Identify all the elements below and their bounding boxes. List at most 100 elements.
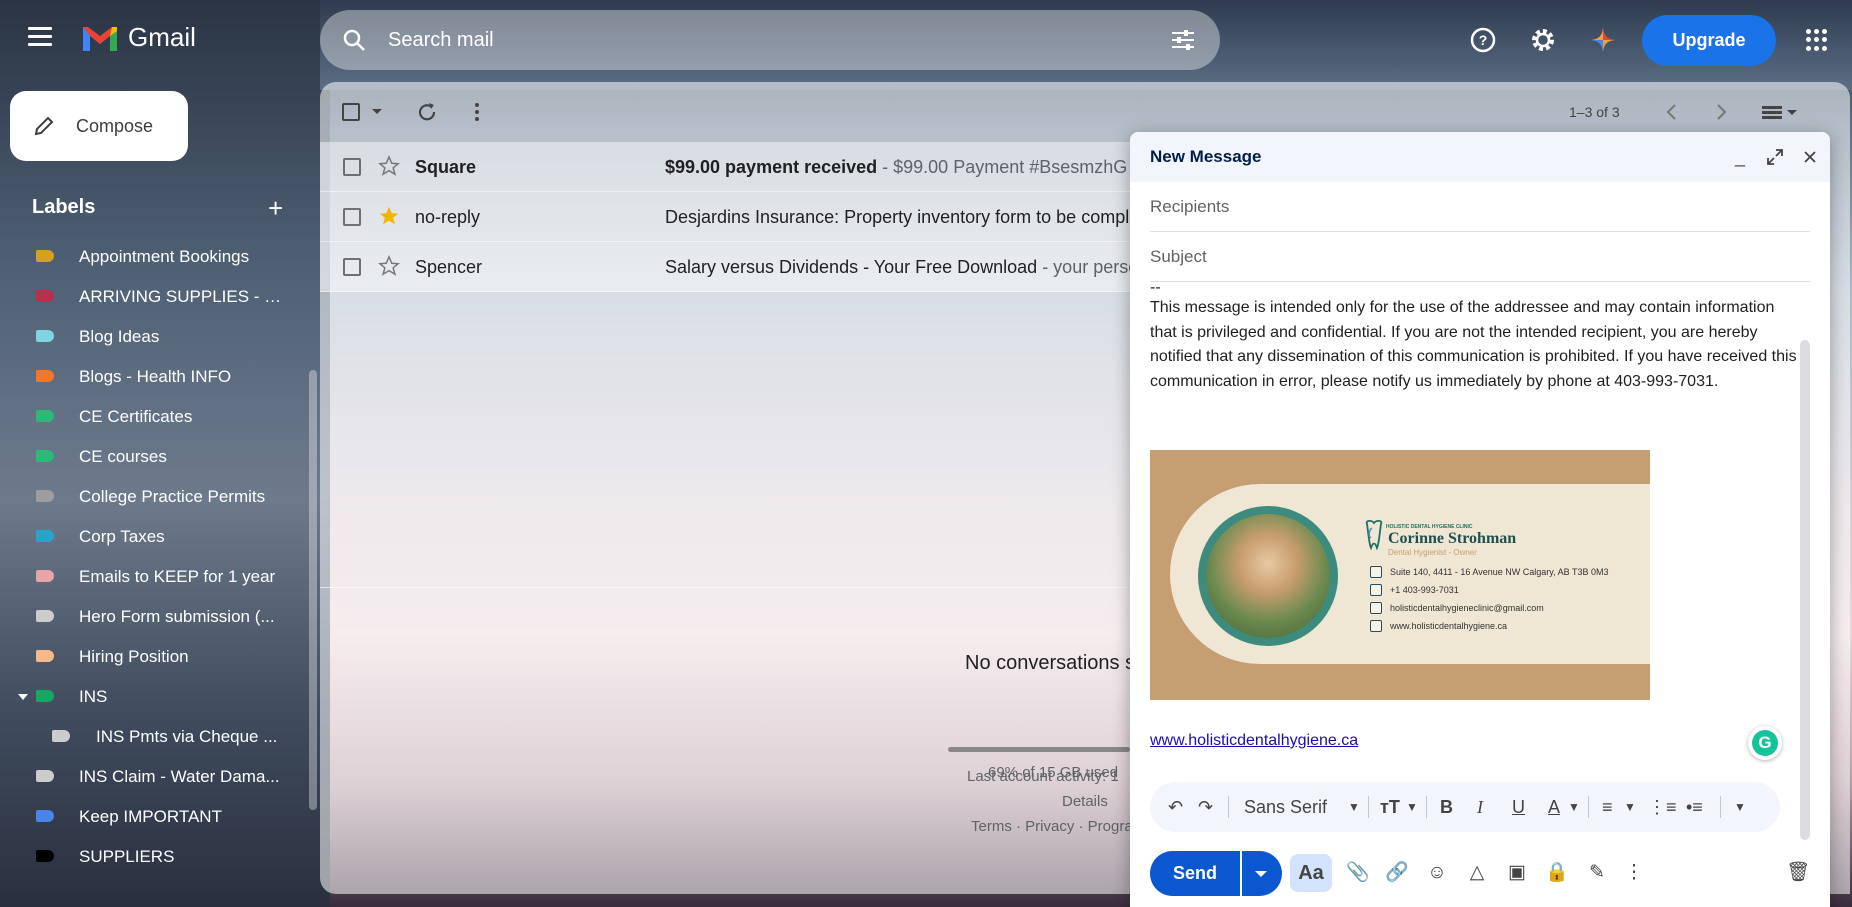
label-item[interactable]: SUPPLIERS [0,837,305,877]
newer-chevron-left-icon[interactable] [1660,100,1684,124]
undo-icon[interactable]: ↶ [1168,795,1183,819]
signature-address: Suite 140, 4411 - 16 Avenue NW Calgary, … [1370,566,1608,578]
label-item[interactable]: CE Certificates [0,397,305,437]
star-outline-icon[interactable] [378,255,400,277]
text-color-icon[interactable]: A [1548,795,1560,819]
color-dropdown-icon[interactable]: ▼ [1568,795,1580,819]
insert-link-icon[interactable]: 🔗 [1385,861,1409,885]
select-dropdown-icon[interactable] [372,109,382,114]
message-body[interactable]: -- This message is intended only for the… [1150,280,1800,394]
insert-photo-icon[interactable]: ▣ [1505,861,1529,885]
row-checkbox[interactable] [343,208,361,226]
search-options-icon[interactable] [1170,28,1196,52]
label-item[interactable]: College Practice Permits [0,477,305,517]
search-bar[interactable] [320,10,1220,70]
email-row[interactable]: Spencer Salary versus Dividends - Your F… [320,242,1135,292]
refresh-icon[interactable] [415,100,439,124]
recipients-input[interactable] [1150,182,1810,231]
location-icon [1370,566,1382,578]
label-item[interactable]: Emails to KEEP for 1 year [0,557,305,597]
details-link[interactable]: Details [1062,793,1108,810]
compose-button[interactable]: Compose [10,91,188,161]
font-family-select[interactable]: Sans Serif [1244,795,1327,819]
subject-input[interactable] [1150,232,1810,281]
subject-field[interactable] [1150,232,1810,282]
more-formatting-icon[interactable]: ▼ [1734,795,1746,819]
sidebar-scrollbar[interactable] [309,370,317,810]
label-name: Emails to KEEP for 1 year [79,567,276,586]
settings-gear-icon[interactable] [1529,26,1557,54]
drive-icon[interactable]: △ [1465,861,1489,885]
row-checkbox[interactable] [343,258,361,276]
align-dropdown-icon[interactable]: ▼ [1624,795,1636,819]
redo-icon[interactable]: ↷ [1198,795,1213,819]
signature-card-image: HOLISTIC DENTAL HYGIENE CLINIC Corinne S… [1150,450,1650,700]
search-icon[interactable] [342,28,366,52]
bulleted-list-icon[interactable]: •≡ [1686,795,1703,819]
compose-header[interactable]: New Message _ [1130,132,1830,182]
numbered-list-icon[interactable]: ⋮≡ [1648,795,1677,819]
label-tag-icon [36,810,54,822]
label-item[interactable]: Hiring Position [0,637,305,677]
emoji-icon[interactable]: ☺ [1425,861,1449,885]
confidential-mode-icon[interactable]: 🔒 [1545,861,1569,885]
label-item[interactable]: Corp Taxes [0,517,305,557]
main-menu-icon[interactable] [28,27,52,47]
email-row[interactable]: no-reply Desjardins Insurance: Property … [320,192,1135,242]
google-apps-icon[interactable] [1806,29,1828,51]
star-outline-icon[interactable] [378,155,400,177]
email-sender: Square [415,157,477,177]
select-all-checkbox[interactable] [342,103,360,121]
more-options-icon[interactable]: ⋮ [1622,861,1646,885]
close-icon[interactable] [1800,147,1820,167]
grammarly-icon[interactable]: G [1748,726,1782,760]
label-item[interactable]: Blogs - Health INFO [0,357,305,397]
email-subject-line: $99.00 payment received - $99.00 Payment… [665,157,1135,178]
gmail-logo[interactable]: Gmail [80,22,196,53]
row-checkbox[interactable] [343,158,361,176]
star-filled-icon[interactable] [378,205,400,227]
text-size-icon[interactable]: тT [1380,795,1400,819]
minimize-icon[interactable]: _ [1730,147,1750,167]
italic-icon[interactable]: I [1477,795,1483,819]
label-item[interactable]: Blog Ideas [0,317,305,357]
label-item[interactable]: CE courses [0,437,305,477]
add-label-button[interactable]: + [268,195,283,221]
send-options-button[interactable] [1242,851,1282,896]
attach-file-icon[interactable]: 📎 [1346,861,1370,885]
label-tag-icon [36,850,54,862]
formatting-options-button[interactable]: Aa [1290,854,1332,892]
gemini-sparkle-icon[interactable] [1589,26,1617,54]
label-item[interactable]: Hero Form submission (... [0,597,305,637]
align-icon[interactable]: ≡ [1602,795,1613,819]
split-pane-toggle-icon[interactable] [1760,100,1800,124]
underline-icon[interactable]: U [1512,795,1525,819]
send-button[interactable]: Send [1150,851,1240,896]
label-item[interactable]: INS Claim - Water Dama... [0,757,305,797]
size-dropdown-icon[interactable]: ▼ [1406,795,1418,819]
recipients-field[interactable] [1150,182,1810,232]
website-link[interactable]: www.holisticdentalhygiene.ca [1150,732,1358,750]
font-dropdown-icon[interactable]: ▼ [1348,795,1360,819]
label-item[interactable]: Appointment Bookings [0,237,305,277]
signature-pen-icon[interactable]: ✎ [1585,861,1609,885]
more-vert-icon[interactable] [465,100,489,124]
footer-links[interactable]: Terms · Privacy · Progra [971,818,1133,835]
email-row[interactable]: Square $99.00 payment received - $99.00 … [320,142,1130,192]
expand-caret-icon[interactable] [18,694,28,700]
bold-icon[interactable]: B [1440,795,1453,819]
label-item[interactable]: ARRIVING SUPPLIES - O... [0,277,305,317]
label-item[interactable]: INS Pmts via Cheque ... [0,717,305,757]
fullscreen-icon[interactable] [1765,147,1785,167]
label-name: College Practice Permits [79,487,266,506]
discard-trash-icon[interactable]: 🗑 [1786,861,1810,885]
label-item-ins[interactable]: INS [0,677,305,717]
search-input[interactable] [388,24,1088,56]
older-chevron-right-icon[interactable] [1709,100,1733,124]
upgrade-button[interactable]: Upgrade [1642,15,1776,66]
label-tag-icon [36,610,54,622]
email-subject-line: Salary versus Dividends - Your Free Down… [665,257,1135,278]
label-item[interactable]: Keep IMPORTANT [0,797,305,837]
compose-scrollbar[interactable] [1800,340,1810,840]
help-icon[interactable]: ? [1469,26,1497,54]
